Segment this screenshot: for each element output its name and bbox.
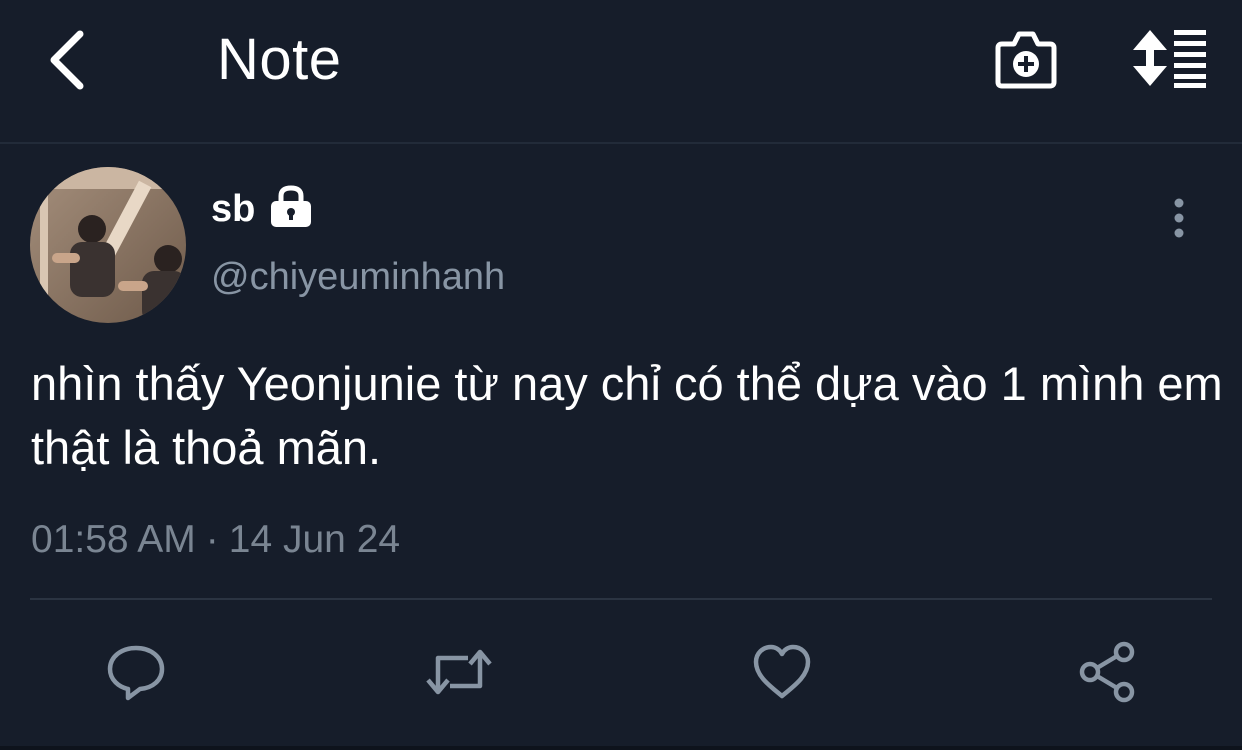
divider [30,598,1212,600]
more-options-button[interactable] [1162,198,1196,238]
chevron-left-icon [50,30,84,90]
like-button[interactable] [750,640,814,704]
user-handle[interactable]: @chiyeuminhanh [211,254,505,300]
reply-button[interactable] [104,640,168,704]
add-photo-button[interactable] [992,26,1060,92]
timestamp-separator: · [205,518,219,561]
tweet-date: 14 Jun 24 [228,518,401,561]
tweet-time: 01:58 AM [31,518,196,561]
back-button[interactable] [44,28,92,92]
sort-button[interactable] [1130,28,1210,88]
tweet-text: nhìn thấy Yeonjunie từ nay chỉ có thể dự… [31,357,1223,474]
lock-icon [268,184,314,228]
heart-icon [753,644,811,699]
top-bar: Note [0,0,1242,144]
avatar[interactable] [30,167,186,323]
retweet-icon [426,649,492,695]
share-button[interactable] [1076,640,1140,704]
share-icon [1079,641,1135,703]
timestamp: 01:58 AM · 14 Jun 24 [31,516,400,564]
camera-add-icon [995,31,1057,89]
bottom-border [0,746,1242,750]
more-vertical-icon [1174,198,1184,238]
sort-list-icon [1133,30,1206,88]
comment-icon [107,645,165,701]
retweet-button[interactable] [424,640,492,704]
display-name[interactable]: sb [211,186,255,232]
page-title: Note [217,27,342,92]
